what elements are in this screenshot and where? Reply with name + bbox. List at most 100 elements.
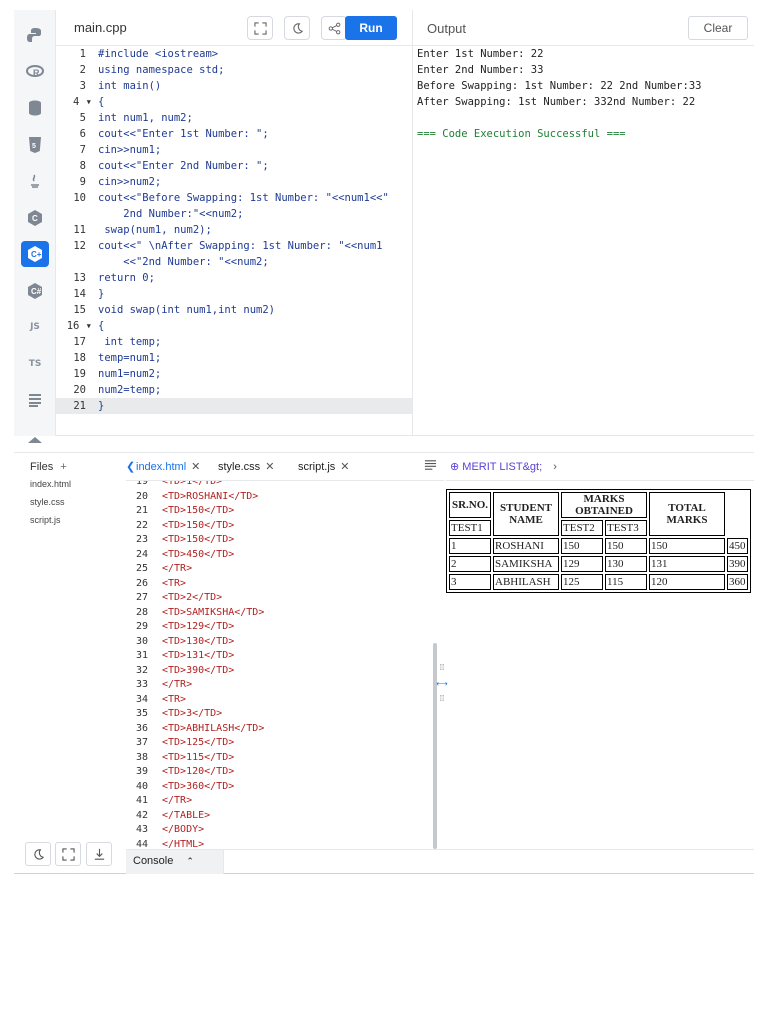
panel-resize-handle[interactable]: ⁞⁞ ⟷ ⁞⁞ xyxy=(436,663,447,703)
table-row: 3 ABHILASH 125 115 120 360 xyxy=(449,574,748,590)
add-file-button[interactable]: + xyxy=(60,461,66,473)
svg-text:R: R xyxy=(33,68,40,78)
file-item-index-html[interactable]: index.html xyxy=(30,479,71,489)
svg-text:C: C xyxy=(32,214,38,223)
fullscreen-icon xyxy=(61,847,75,861)
csharp-lang-button[interactable]: C# xyxy=(21,278,49,304)
line-number: 12 xyxy=(73,240,86,252)
col-test3: TEST3 xyxy=(605,520,647,536)
code-line: 7 cin>>num1; xyxy=(56,142,412,158)
html-code-editor[interactable]: 19 <TD>1</TD> 20 <TD>ROSHANI</TD> 21 <TD>150<… xyxy=(126,481,436,849)
cpp-lang-button[interactable]: C+ xyxy=(21,241,49,267)
tab-style-css[interactable]: style.css ✕ xyxy=(218,460,274,473)
line-number: 37 xyxy=(135,737,148,748)
code-line: 24 <TD>450</TD> xyxy=(126,548,436,563)
code-text: <TD>130</TD> xyxy=(162,635,235,647)
code-text: </BODY> xyxy=(162,824,205,835)
code-text: int main() xyxy=(98,80,162,92)
cpp-compiler-panel: R 5 C C+ C# JS TS main.cpp Run 1 #include <iost… xyxy=(14,10,754,443)
code-line: 31 <TD>131</TD> xyxy=(126,649,436,664)
code-line: 25 </TR> xyxy=(126,562,436,577)
menu-icon[interactable] xyxy=(424,458,437,474)
output-line: After Swapping: 1st Number: 332nd Number… xyxy=(417,96,696,108)
code-text: <TD>3</TD> xyxy=(162,708,223,719)
more-lang-button[interactable] xyxy=(21,424,49,450)
table-cell: 360 xyxy=(727,574,748,590)
line-number: 19 xyxy=(73,368,86,380)
code-text: temp=num1; xyxy=(98,352,162,364)
python-button[interactable] xyxy=(21,22,49,48)
table-cell: 131 xyxy=(649,556,725,572)
preview-tab[interactable]: ⊕ MERIT LIST&gt; › xyxy=(450,460,557,473)
code-line: 40 <TD>360</TD> xyxy=(126,780,436,795)
grip-icon: ⁞⁞ xyxy=(439,663,445,672)
close-icon[interactable]: ✕ xyxy=(265,461,274,473)
code-text: { xyxy=(98,320,105,332)
output-header: Output Clear xyxy=(412,10,754,46)
tab-label: index.html xyxy=(136,461,187,473)
share-button[interactable] xyxy=(321,16,347,40)
code-line: 9 cin>>num2; xyxy=(56,174,412,190)
code-line: 22 <TD>150</TD> xyxy=(126,519,436,534)
code-line: 37 <TD>125</TD> xyxy=(126,736,436,751)
code-text: } xyxy=(98,400,105,412)
line-number: 19 xyxy=(135,481,148,487)
html5-button[interactable]: 5 xyxy=(21,132,49,158)
line-number: 41 xyxy=(135,795,148,806)
code-editor[interactable]: 1 #include <iostream> 2 using namespace std… xyxy=(56,46,412,436)
code-line: 20 num2=temp; xyxy=(56,382,412,398)
tab-label: script.js xyxy=(298,461,336,473)
code-line: 5 int num1, num2; xyxy=(56,110,412,126)
fullscreen-button[interactable] xyxy=(247,16,273,40)
table-row: 2 SAMIKSHA 129 130 131 390 xyxy=(449,556,748,572)
file-item-script-js[interactable]: script.js xyxy=(30,515,61,525)
code-text: <TR> xyxy=(162,693,187,705)
console-toggle[interactable]: Console ⌃ xyxy=(126,850,224,874)
swift-button[interactable] xyxy=(21,387,49,413)
tab-index-html[interactable]: index.html ✕ xyxy=(136,460,200,473)
run-button[interactable]: Run xyxy=(345,16,397,40)
files-label: Files xyxy=(30,461,54,473)
clear-button[interactable]: Clear xyxy=(688,16,748,40)
html5-icon: 5 xyxy=(29,136,41,153)
code-text: cout<<" \nAfter Swapping: 1st Number: "<… xyxy=(98,240,383,268)
swift-icon xyxy=(29,394,41,407)
table-cell: ROSHANI xyxy=(493,538,559,554)
tab-script-js[interactable]: script.js ✕ xyxy=(298,460,350,473)
moon-icon xyxy=(33,848,44,860)
line-number: 15 xyxy=(73,304,86,316)
lang-js-button[interactable]: JS xyxy=(21,314,49,340)
theme-toggle-button-bottom[interactable] xyxy=(25,842,51,866)
tabs-scroll-left-icon[interactable]: ❮ xyxy=(126,460,135,473)
code-text: <TD>SAMIKSHA</TD> xyxy=(162,606,265,618)
line-number: 35 xyxy=(135,708,148,719)
table-cell: 125 xyxy=(561,574,603,590)
line-number: 7 xyxy=(79,144,86,156)
close-icon[interactable]: ✕ xyxy=(191,461,200,473)
code-text: <TD>150</TD> xyxy=(162,505,235,516)
line-number: 43 xyxy=(135,824,148,835)
theme-toggle-button[interactable] xyxy=(284,16,310,40)
code-text: } xyxy=(98,288,105,300)
preview-title-text: MERIT LIST&gt; xyxy=(462,461,543,473)
code-line: 41 </TR> xyxy=(126,794,436,809)
download-button[interactable] xyxy=(86,842,112,866)
line-number: 36 xyxy=(135,722,148,734)
editor-scrollbar[interactable] xyxy=(433,643,437,849)
file-item-style-css[interactable]: style.css xyxy=(30,497,65,507)
code-text: return 0; xyxy=(98,272,155,284)
file-tab-main-cpp[interactable]: main.cpp xyxy=(74,20,127,35)
code-line: 18 temp=num1; xyxy=(56,350,412,366)
java-button[interactable] xyxy=(21,168,49,194)
table-cell: 450 xyxy=(727,538,748,554)
r-lang-button[interactable]: R xyxy=(21,59,49,85)
database-button[interactable] xyxy=(21,95,49,121)
line-number: 34 xyxy=(135,693,148,705)
fullscreen-button-bottom[interactable] xyxy=(55,842,81,866)
lang-ts-button[interactable]: TS xyxy=(21,351,49,377)
line-number: 28 xyxy=(135,606,148,618)
files-header: Files + xyxy=(30,461,67,473)
close-icon[interactable]: ✕ xyxy=(340,461,349,473)
code-line: 17 int temp; xyxy=(56,334,412,350)
c-lang-button[interactable]: C xyxy=(21,205,49,231)
